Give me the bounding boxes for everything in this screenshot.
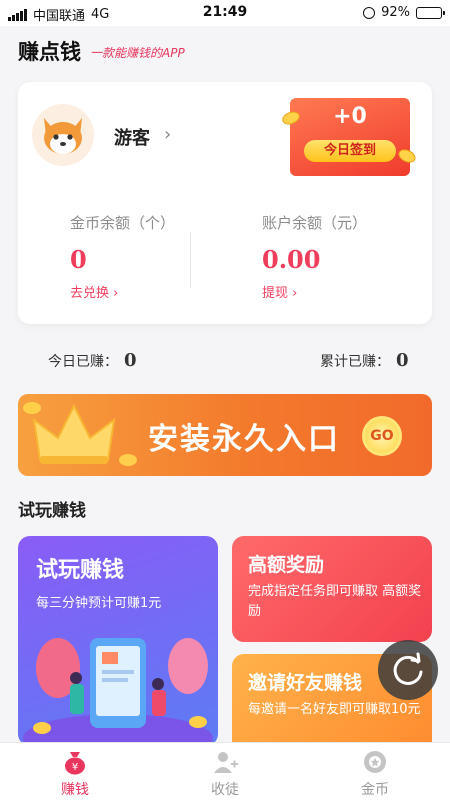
refresh-icon <box>393 652 423 685</box>
chevron-right-icon[interactable]: › <box>164 124 171 145</box>
crown-icon <box>23 402 137 466</box>
svg-text:¥: ¥ <box>72 762 78 773</box>
divider <box>190 232 191 288</box>
account-balance-label: 账户余额（元） <box>262 214 368 232</box>
daily-signin[interactable]: +0 今日签到 <box>280 98 418 176</box>
invite-card-title: 邀请好友赚钱 <box>248 672 363 694</box>
today-earnings-value: 0 <box>124 350 137 371</box>
page-header: 赚点钱 一款能赚钱的APP <box>0 26 450 78</box>
phone-illustration-icon <box>23 638 213 746</box>
withdraw-link[interactable]: 提现 › <box>262 282 432 301</box>
fox-avatar-icon <box>44 118 82 154</box>
trial-card-desc: 每三分钟预计可赚1元 <box>36 596 162 611</box>
earnings-summary: 今日已赚： 0 累计已赚： 0 <box>0 344 450 378</box>
tab-label: 金币 <box>361 782 389 798</box>
today-earnings: 今日已赚： 0 <box>48 350 137 371</box>
trial-card[interactable]: 试玩赚钱 每三分钟预计可赚1元 <box>18 536 218 746</box>
install-banner[interactable]: 安装永久入口 GO <box>18 394 432 476</box>
tab-coins[interactable]: 金币 <box>300 743 450 800</box>
app-slogan: 一款能赚钱的APP <box>90 46 185 60</box>
reward-card[interactable]: 高额奖励 完成指定任务即可赚取 高额奖励 <box>232 536 432 642</box>
section-title: 试玩赚钱 <box>18 501 86 521</box>
total-earnings-value: 0 <box>396 350 409 371</box>
coin-icon <box>364 751 386 773</box>
account-balance: 账户余额（元） 0.00 提现 › <box>262 212 432 301</box>
signin-value: +0 <box>333 104 367 129</box>
total-earnings-label: 累计已赚： <box>320 354 390 370</box>
trial-card-title: 试玩赚钱 <box>36 558 125 583</box>
invite-card-desc: 每邀请一名好友即可赚取10元 <box>248 702 421 717</box>
tab-label: 赚钱 <box>61 782 89 798</box>
today-earnings-label: 今日已赚： <box>48 354 118 370</box>
tab-apprentice[interactable]: 收徒 <box>150 743 300 800</box>
coin-balance-label: 金币余额（个） <box>70 214 176 232</box>
battery-percent: 92% <box>381 5 410 20</box>
coin-balance-value: 0 <box>70 245 87 274</box>
page-title: 赚点钱 <box>18 40 81 64</box>
coin-balance: 金币余额（个） 0 去兑换 › <box>70 212 240 301</box>
account-balance-value: 0.00 <box>262 245 321 274</box>
avatar[interactable] <box>32 104 94 166</box>
battery-icon <box>416 6 445 19</box>
status-right: 92% <box>363 5 445 20</box>
signin-button[interactable]: 今日签到 <box>304 140 396 162</box>
add-user-icon <box>214 752 238 773</box>
reward-card-title: 高额奖励 <box>248 554 325 576</box>
bottom-tab-bar: ¥ 赚钱 收徒 金币 <box>0 742 450 800</box>
total-earnings: 累计已赚： 0 <box>320 350 409 371</box>
reward-card-desc: 完成指定任务即可赚取 高额奖励 <box>248 584 422 619</box>
tab-label: 收徒 <box>211 782 239 798</box>
install-banner-text: 安装永久入口 <box>148 422 340 457</box>
account-card: 游客 › +0 今日签到 金币余额（个） 0 去兑换 › 账户余额（元） 0.0… <box>18 82 432 324</box>
exchange-link[interactable]: 去兑换 › <box>70 282 240 301</box>
username[interactable]: 游客 <box>114 124 150 150</box>
tab-earn[interactable]: ¥ 赚钱 <box>0 743 150 800</box>
rotation-lock-icon <box>363 6 376 19</box>
refresh-button[interactable] <box>378 640 438 700</box>
status-bar: 中国联通 4G 21:49 92% <box>0 0 450 26</box>
go-button[interactable]: GO <box>362 416 402 456</box>
money-bag-icon: ¥ <box>65 752 85 775</box>
